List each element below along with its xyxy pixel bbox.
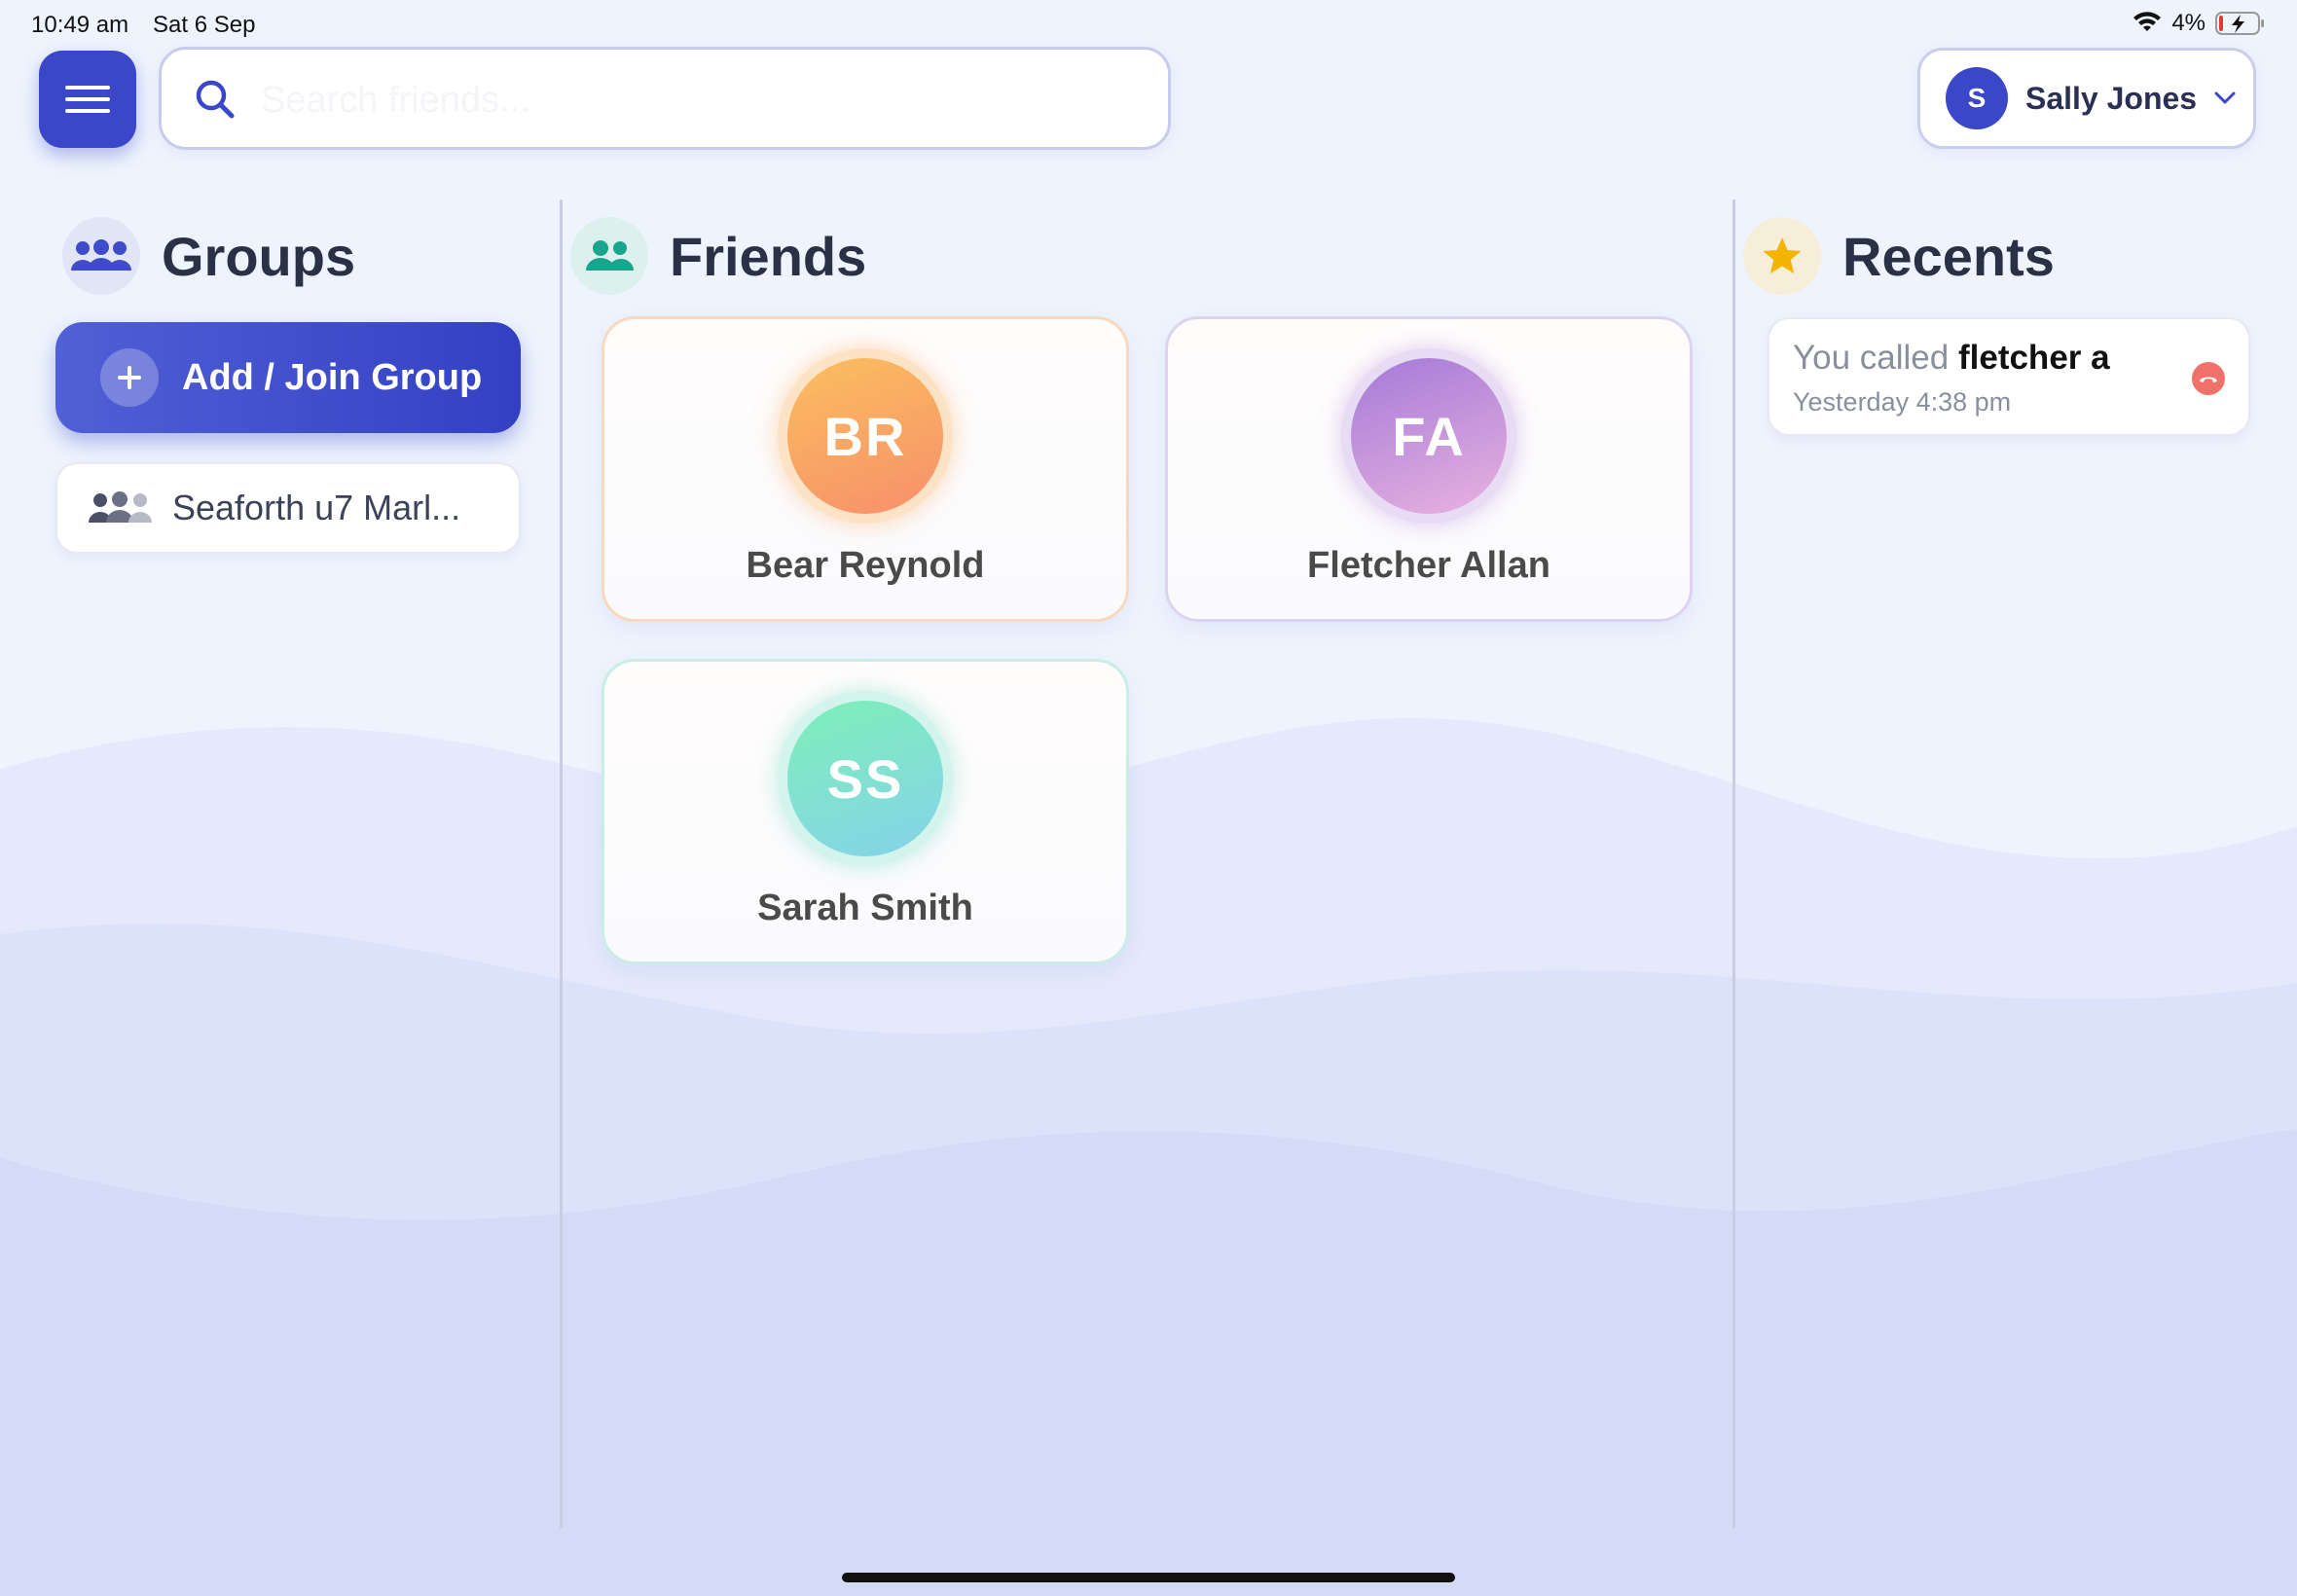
groups-header: Groups xyxy=(62,217,355,295)
search-icon xyxy=(196,80,235,119)
group-item-label: Seaforth u7 Marl... xyxy=(172,488,461,527)
recent-call-time: Yesterday 4:38 pm xyxy=(1793,387,2012,417)
column-divider-left xyxy=(560,200,563,1528)
groups-title: Groups xyxy=(162,225,356,287)
friends-icon xyxy=(570,217,648,295)
battery-percent: 4% xyxy=(2171,10,2206,36)
search-input[interactable] xyxy=(259,69,1139,131)
friend-name: Sarah Smith xyxy=(757,888,973,928)
user-avatar: S xyxy=(1946,67,2008,129)
status-bar: 10:49 am Sat 6 Sep 4% xyxy=(31,8,2266,47)
status-date: Sat 6 Sep xyxy=(153,12,256,38)
friend-card[interactable]: SS Sarah Smith xyxy=(602,659,1129,964)
recents-title: Recents xyxy=(1842,225,2055,287)
friend-initials: BR xyxy=(787,358,943,514)
chevron-down-icon xyxy=(2214,91,2236,104)
friend-initials: FA xyxy=(1351,358,1507,514)
friend-avatar: SS xyxy=(778,691,953,866)
friend-name: Bear Reynold xyxy=(746,545,985,586)
friend-avatar: FA xyxy=(1341,348,1516,524)
status-time: 10:49 am xyxy=(31,12,129,38)
recent-call-text: You called fletcher a xyxy=(1793,339,2110,378)
group-icon xyxy=(89,491,152,523)
friend-avatar: BR xyxy=(778,348,953,524)
user-name: Sally Jones xyxy=(2025,80,2198,116)
star-icon xyxy=(1743,217,1821,295)
menu-button[interactable] xyxy=(39,51,136,148)
recent-call-prefix: You called xyxy=(1793,339,1950,377)
menu-icon xyxy=(65,86,110,113)
column-divider-right xyxy=(1732,200,1735,1528)
phone-hangup-icon xyxy=(2192,362,2225,395)
group-item[interactable]: Seaforth u7 Marl... xyxy=(55,462,521,554)
recent-call-contact: fletcher a xyxy=(1957,339,2110,377)
wifi-icon xyxy=(2133,12,2162,31)
add-join-group-button[interactable]: Add / Join Group xyxy=(55,322,521,433)
friend-card[interactable]: BR Bear Reynold xyxy=(602,316,1129,622)
user-menu-button[interactable]: S Sally Jones xyxy=(1917,48,2256,149)
friend-name: Fletcher Allan xyxy=(1307,545,1550,586)
recent-call-item[interactable]: You called fletcher a Yesterday 4:38 pm xyxy=(1768,317,2250,436)
search-bar xyxy=(159,47,1171,150)
add-join-group-label: Add / Join Group xyxy=(182,356,483,398)
status-indicators: 4% xyxy=(2133,10,2266,37)
battery-charging-icon xyxy=(2215,12,2264,35)
home-indicator[interactable] xyxy=(842,1573,1455,1582)
friend-initials: SS xyxy=(787,701,943,856)
plus-icon xyxy=(100,348,159,407)
groups-icon xyxy=(62,217,140,295)
friend-card[interactable]: FA Fletcher Allan xyxy=(1165,316,1693,622)
friends-header: Friends xyxy=(570,217,866,295)
recents-header: Recents xyxy=(1743,217,2055,295)
friends-title: Friends xyxy=(670,225,867,287)
